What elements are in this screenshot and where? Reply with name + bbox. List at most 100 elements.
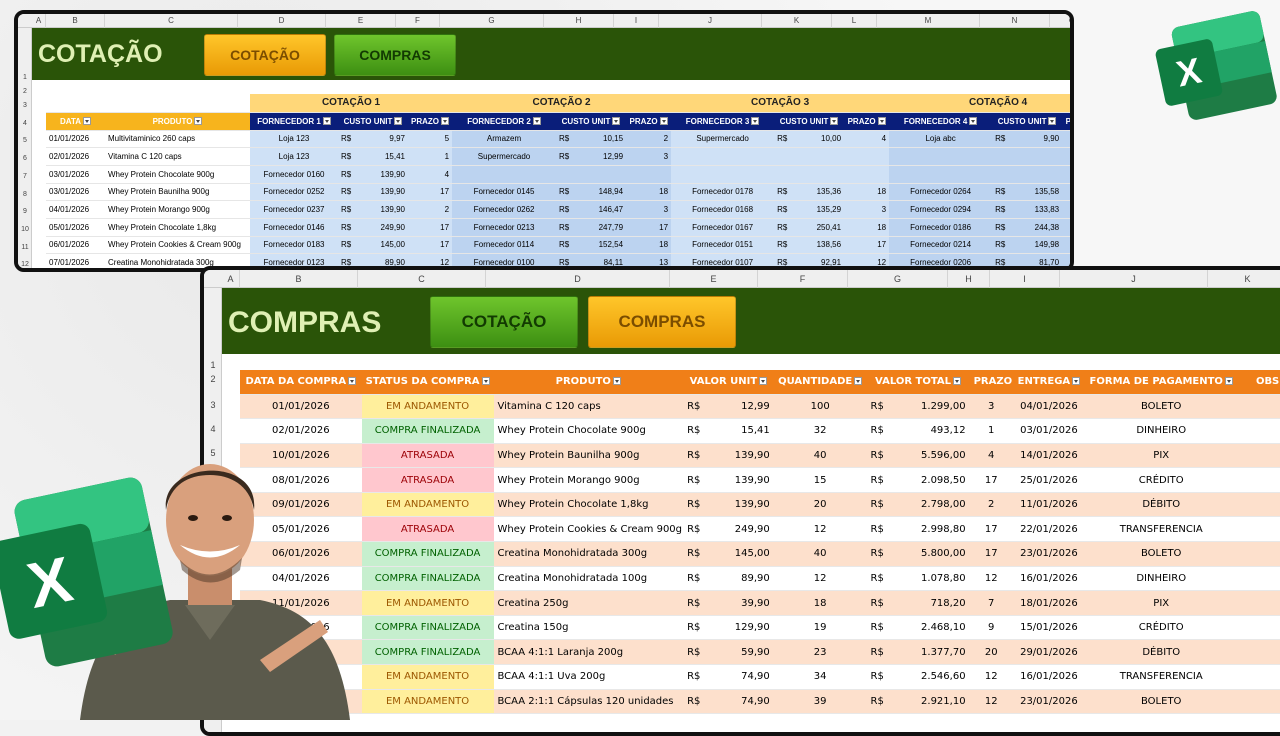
filter-dropdown-icon[interactable] bbox=[348, 377, 357, 386]
column-header-F[interactable]: F bbox=[758, 270, 848, 288]
status-badge[interactable]: ATRASADA bbox=[361, 443, 494, 469]
table-cell[interactable]: PIX bbox=[1084, 590, 1238, 616]
unit-price-cell[interactable]: R$ 139,90 bbox=[683, 443, 774, 469]
unit-price-cell[interactable]: R$ 145,00 bbox=[683, 541, 774, 567]
total-cell[interactable]: R$ 2.468,10 bbox=[866, 615, 970, 641]
table-cell[interactable] bbox=[671, 165, 775, 184]
column-header-F[interactable]: F bbox=[396, 14, 440, 28]
cost-cell[interactable]: R$ 139,90 bbox=[338, 165, 408, 184]
table-cell[interactable]: 17 bbox=[969, 541, 1013, 567]
cost-cell[interactable]: R$ 138,56 bbox=[774, 236, 845, 255]
cost-cell[interactable]: R$ 9,97 bbox=[338, 130, 408, 149]
cost-cell[interactable]: R$ 149,98 bbox=[992, 236, 1063, 255]
total-cell[interactable]: R$ 1.299,00 bbox=[866, 394, 970, 420]
status-badge[interactable]: EM ANDAMENTO bbox=[361, 664, 494, 690]
column-header-B[interactable]: B bbox=[46, 14, 105, 28]
table-cell[interactable]: Whey Protein Baunilha 900g bbox=[105, 183, 250, 202]
unit-price-cell[interactable]: R$ 139,90 bbox=[683, 467, 774, 493]
table-cell[interactable]: 3 bbox=[844, 200, 890, 219]
filter-dropdown-icon[interactable] bbox=[532, 117, 541, 126]
cost-cell[interactable]: R$ 10,15 bbox=[556, 130, 627, 149]
table-cell[interactable]: 16/01/2026 bbox=[1012, 566, 1085, 592]
row-header[interactable]: 7 bbox=[18, 173, 32, 180]
table-cell[interactable]: 18 bbox=[844, 183, 890, 202]
cost-cell[interactable] bbox=[992, 147, 1063, 166]
status-badge[interactable]: ATRASADA bbox=[361, 467, 494, 493]
row-header[interactable]: 9 bbox=[18, 208, 32, 215]
table-cell[interactable]: Whey Protein Cookies & Cream 900g bbox=[105, 236, 250, 255]
column-header-H[interactable]: H bbox=[948, 270, 990, 288]
cost-cell[interactable]: R$ 244,38 bbox=[992, 218, 1063, 237]
table-cell[interactable]: 15/01/2026 bbox=[1012, 615, 1085, 641]
column-header-B[interactable]: B bbox=[240, 270, 358, 288]
table-cell[interactable]: Fornecedor 0151 bbox=[671, 236, 775, 255]
filter-dropdown-icon[interactable] bbox=[194, 117, 203, 126]
table-cell[interactable]: CRÉDITO bbox=[1084, 467, 1238, 493]
unit-price-cell[interactable]: R$ 129,90 bbox=[683, 615, 774, 641]
cost-cell[interactable]: R$ 15,41 bbox=[338, 147, 408, 166]
cost-cell[interactable]: R$ 250,41 bbox=[774, 218, 845, 237]
filter-dropdown-icon[interactable] bbox=[83, 117, 92, 126]
row-header[interactable]: 4 bbox=[204, 424, 222, 434]
filter-dropdown-icon[interactable] bbox=[1224, 377, 1233, 386]
table-cell[interactable]: 03/01/2026 bbox=[46, 183, 105, 202]
table-cell[interactable]: Fornecedor 0213 bbox=[452, 218, 557, 237]
row-header[interactable]: 8 bbox=[18, 191, 32, 198]
table-cell[interactable]: 4 bbox=[844, 130, 890, 149]
unit-price-cell[interactable]: R$ 74,90 bbox=[683, 664, 774, 690]
observ-cell[interactable] bbox=[1237, 566, 1280, 592]
column-header-G[interactable]: G bbox=[848, 270, 948, 288]
filter-dropdown-icon[interactable] bbox=[394, 117, 403, 126]
cost-cell[interactable] bbox=[774, 165, 845, 184]
table-cell[interactable]: Whey Protein Baunilha 900g bbox=[493, 443, 684, 469]
status-badge[interactable]: COMPRA FINALIZADA bbox=[361, 566, 494, 592]
column-header-D[interactable]: D bbox=[486, 270, 670, 288]
table-cell[interactable]: 2 bbox=[969, 492, 1013, 518]
table-cell[interactable]: Whey Protein Chocolate 900g bbox=[105, 165, 250, 184]
table-cell[interactable]: 12 bbox=[773, 566, 867, 592]
table-cell[interactable]: 7 bbox=[969, 590, 1013, 616]
status-badge[interactable]: EM ANDAMENTO bbox=[361, 492, 494, 518]
column-header-A[interactable]: A bbox=[32, 14, 46, 28]
table-cell[interactable]: 4 bbox=[408, 165, 453, 184]
table-cell[interactable]: 18 bbox=[626, 183, 672, 202]
total-cell[interactable]: R$ 2.546,60 bbox=[866, 664, 970, 690]
unit-price-cell[interactable]: R$ 59,90 bbox=[683, 639, 774, 666]
cost-cell[interactable]: R$ 145,00 bbox=[338, 236, 408, 255]
observ-cell[interactable] bbox=[1237, 394, 1280, 420]
observ-cell[interactable] bbox=[1237, 590, 1280, 616]
table-cell[interactable]: 20 bbox=[969, 639, 1013, 666]
column-header-C[interactable]: C bbox=[358, 270, 486, 288]
table-cell[interactable]: Creatina 150g bbox=[493, 615, 684, 641]
table-cell[interactable]: 04/01/2026 bbox=[46, 200, 105, 219]
table-cell[interactable]: Fornecedor 0146 bbox=[250, 218, 338, 237]
table-cell[interactable]: Multivitaminico 260 caps bbox=[105, 130, 250, 149]
column-header-K[interactable]: K bbox=[1208, 270, 1280, 288]
row-header[interactable]: 5 bbox=[18, 137, 32, 144]
filter-dropdown-icon[interactable] bbox=[969, 117, 978, 126]
status-badge[interactable]: ATRASADA bbox=[361, 516, 494, 543]
column-header-D[interactable]: D bbox=[238, 14, 326, 28]
compras-button[interactable]: COMPRAS bbox=[588, 296, 736, 348]
table-cell[interactable]: DÉBITO bbox=[1084, 639, 1238, 666]
table-cell[interactable]: 40 bbox=[773, 443, 867, 469]
table-cell[interactable]: 17 bbox=[969, 516, 1013, 543]
table-cell[interactable]: BOLETO bbox=[1084, 689, 1238, 715]
observ-cell[interactable] bbox=[1237, 615, 1280, 641]
cotacao-button[interactable]: COTAÇÃO bbox=[204, 34, 326, 76]
compras-button[interactable]: COMPRAS bbox=[334, 34, 456, 76]
column-header-E[interactable]: E bbox=[670, 270, 758, 288]
table-cell[interactable]: CRÉDITO bbox=[1084, 615, 1238, 641]
table-cell[interactable]: 17 bbox=[1062, 183, 1070, 202]
table-cell[interactable]: 5 bbox=[408, 130, 453, 149]
cotacao-button[interactable]: COTAÇÃO bbox=[430, 296, 578, 348]
table-cell[interactable]: TRANSFERENCIA bbox=[1084, 516, 1238, 543]
filter-dropdown-icon[interactable] bbox=[953, 377, 962, 386]
table-cell[interactable] bbox=[452, 165, 557, 184]
table-cell[interactable]: 3 bbox=[626, 200, 672, 219]
table-cell[interactable]: 1 bbox=[408, 147, 453, 166]
table-cell[interactable]: DINHEIRO bbox=[1084, 418, 1238, 444]
cost-cell[interactable]: R$ 249,90 bbox=[338, 218, 408, 237]
table-cell[interactable]: 17 bbox=[408, 236, 453, 255]
filter-dropdown-icon[interactable] bbox=[877, 117, 886, 126]
